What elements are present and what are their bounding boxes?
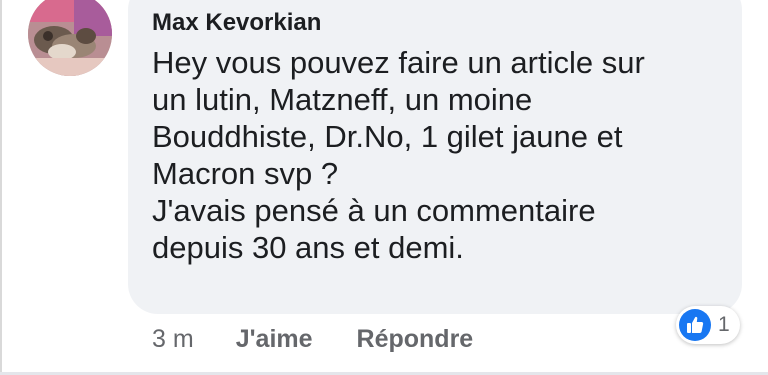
avatar[interactable] <box>28 0 112 76</box>
comment-text: Hey vous pouvez faire un article sur un … <box>152 44 732 266</box>
left-edge-divider <box>0 0 2 375</box>
avatar-photo <box>28 0 112 76</box>
comment-timestamp[interactable]: 3 m <box>152 325 194 354</box>
thumbs-up-icon <box>679 309 711 341</box>
comment-line: Macron svp ? <box>152 156 339 191</box>
comment-line: Hey vous pouvez faire un article sur <box>152 45 645 80</box>
like-button[interactable]: J'aime <box>236 325 313 354</box>
comment-line: un lutin, Matzneff, un moine <box>152 82 533 117</box>
comment-line: depuis 30 ans et demi. <box>152 230 464 265</box>
reaction-summary[interactable]: 1 <box>676 306 740 344</box>
comment-line: Bouddhiste, Dr.No, 1 gilet jaune et <box>152 119 623 154</box>
comment-screen: Max Kevorkian Hey vous pouvez faire un a… <box>0 0 768 375</box>
comment-author[interactable]: Max Kevorkian <box>152 8 321 38</box>
comment-line: J'avais pensé à un commentaire <box>152 193 596 228</box>
reply-button[interactable]: Répondre <box>357 325 474 354</box>
reaction-count: 1 <box>718 313 730 336</box>
comment-actions: 3 m J'aime Répondre <box>152 322 473 356</box>
